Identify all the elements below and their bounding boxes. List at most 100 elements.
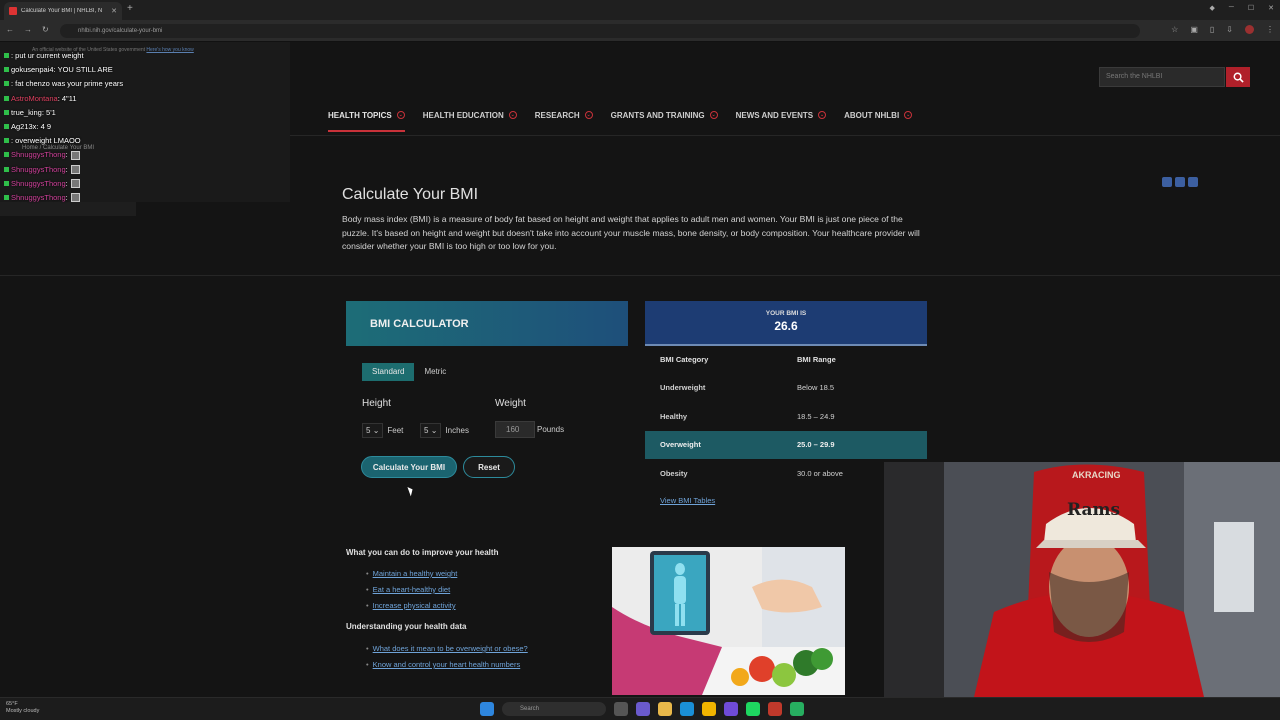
discord-icon[interactable] — [724, 702, 738, 716]
maximize-icon[interactable]: ☐ — [1248, 4, 1254, 12]
chat-badge-icon — [4, 194, 9, 200]
chat-username[interactable]: Ag213x — [11, 122, 36, 131]
table-row: Underweight Below 18.5 — [645, 374, 927, 403]
forward-icon[interactable]: → — [24, 25, 32, 34]
chat-badge-icon — [4, 67, 9, 73]
reload-icon[interactable]: ↻ — [42, 25, 49, 34]
weight-input[interactable]: 160 — [495, 421, 535, 438]
start-icon[interactable] — [480, 702, 494, 716]
view-bmi-tables-link[interactable]: View BMI Tables — [660, 496, 715, 505]
new-tab-icon[interactable]: + — [127, 3, 133, 14]
feet-label: Feet — [387, 426, 404, 435]
chrome-icon[interactable] — [702, 702, 716, 716]
close-window-icon[interactable]: ✕ — [1268, 4, 1274, 12]
chevron-down-icon: ⌄ — [584, 111, 593, 119]
inches-label: Inches — [445, 426, 469, 435]
tab-standard[interactable]: Standard — [362, 363, 415, 381]
calculate-bmi-button[interactable]: Calculate Your BMI — [361, 456, 457, 478]
inches-value: 5 — [424, 426, 429, 435]
table-header-row: BMI Category BMI Range — [645, 345, 927, 374]
browser-tab[interactable]: Calculate Your BMI | NHLBI, N ✕ — [4, 2, 122, 20]
chat-badge-icon — [4, 53, 9, 58]
feet-value: 5 — [366, 426, 371, 435]
chat-message: gokusenpai4: YOU STILL ARE — [0, 63, 290, 77]
nav-health-education[interactable]: HEALTH EDUCATION ⌄ — [423, 108, 517, 122]
mouse-cursor-icon — [407, 485, 415, 497]
chat-text: : 5'1 — [41, 107, 56, 117]
unit-toggle: Standard Metric — [362, 363, 456, 381]
url-input[interactable]: nhlbi.nih.gov/calculate-your-bmi — [60, 24, 1140, 38]
nhlbi-favicon-icon — [9, 7, 17, 15]
bookmark-star-icon[interactable]: ☆ — [1171, 25, 1178, 34]
tab-search-icon[interactable]: ◆ — [1209, 4, 1214, 12]
downloads-icon[interactable]: ⇩ — [1226, 25, 1233, 34]
chat-username[interactable]: AstroMontana — [11, 94, 58, 103]
reset-button[interactable]: Reset — [463, 456, 515, 478]
nav-health-topics[interactable]: HEALTH TOPICS ⌄ — [328, 108, 405, 132]
nav-news-events[interactable]: NEWS AND EVENTS ⌄ — [736, 108, 827, 122]
bmi-result-header: YOUR BMI IS 26.6 — [645, 301, 927, 346]
chat-message: : put ur current weight — [0, 49, 290, 63]
file-explorer-icon[interactable] — [658, 702, 672, 716]
nav-grants-training[interactable]: GRANTS AND TRAINING ⌄ — [611, 108, 718, 122]
chat-username[interactable]: ShnuggysThong — [11, 179, 66, 188]
chat-username[interactable]: gokusenpai4 — [11, 65, 54, 74]
category-cell: Obesity — [660, 468, 688, 478]
list-item-link[interactable]: Maintain a healthy weight — [366, 569, 458, 585]
browser-tabbar: Calculate Your BMI | NHLBI, N ✕ + ◆ ─ ☐ … — [0, 0, 1280, 20]
column-header-range: BMI Range — [797, 354, 836, 364]
bmi-result-value: 26.6 — [774, 319, 798, 333]
improve-heading: What you can do to improve your health — [346, 548, 499, 557]
chat-badge-icon — [4, 180, 9, 186]
list-item-link[interactable]: Increase physical activity — [366, 601, 457, 617]
task-view-icon[interactable] — [614, 702, 628, 716]
chat-message: ShnuggysThong: — [0, 177, 290, 191]
feet-select[interactable]: 5 ⌄ Feet — [362, 423, 403, 438]
app-icon[interactable] — [768, 702, 782, 716]
email-icon[interactable] — [1175, 177, 1185, 187]
print-icon[interactable] — [1188, 177, 1198, 187]
profile-avatar[interactable] — [1245, 25, 1254, 34]
chevron-down-icon: ⌄ — [709, 111, 718, 119]
app-icon[interactable] — [636, 702, 650, 716]
list-item-link[interactable]: Know and control your heart health numbe… — [366, 660, 528, 676]
back-icon[interactable]: ← — [6, 25, 14, 34]
understanding-heading: Understanding your health data — [346, 622, 467, 631]
tab-metric[interactable]: Metric — [414, 363, 456, 381]
chat-username[interactable]: true_king — [11, 108, 42, 117]
nav-about[interactable]: ABOUT NHLBI ⌄ — [844, 108, 913, 122]
nav-research[interactable]: RESEARCH ⌄ — [535, 108, 593, 122]
range-cell: 25.0 – 29.9 — [797, 440, 835, 450]
improve-links: Maintain a healthy weight Eat a heart-he… — [366, 569, 458, 617]
minimize-icon[interactable]: ─ — [1229, 4, 1234, 12]
chat-message: : overweight LMAOO — [0, 134, 290, 148]
edge-icon[interactable] — [680, 702, 694, 716]
app-icon[interactable] — [790, 702, 804, 716]
close-tab-icon[interactable]: ✕ — [111, 7, 117, 15]
section-divider — [0, 275, 1280, 276]
chat-username[interactable]: ShnuggysThong — [11, 150, 66, 159]
chat-message: true_king: 5'1 — [0, 106, 290, 120]
chat-badge-icon — [4, 123, 9, 129]
list-item-link[interactable]: What does it mean to be overweight or ob… — [366, 644, 528, 660]
facebook-icon[interactable] — [1162, 177, 1172, 187]
spotify-icon[interactable] — [746, 702, 760, 716]
chat-message: : fat chenzo was your prime years — [0, 77, 290, 91]
chevron-down-icon: ⌄ — [372, 426, 380, 435]
inches-select[interactable]: 5 ⌄ Inches — [420, 423, 469, 438]
chat-text: : fat chenzo was your prime years — [11, 79, 124, 89]
menu-icon[interactable]: ⋮ — [1266, 25, 1274, 34]
chat-text: : — [65, 178, 68, 188]
stream-chat-overlay: : put ur current weight gokusenpai4: YOU … — [0, 49, 290, 205]
chat-message: ShnuggysThong: — [0, 148, 290, 162]
chat-username[interactable]: ShnuggysThong — [11, 165, 66, 174]
chat-username[interactable]: ShnuggysThong — [11, 193, 66, 202]
search-button[interactable] — [1226, 67, 1250, 87]
category-cell: Healthy — [660, 411, 688, 421]
weather-widget[interactable]: 65°F Mostly cloudy — [6, 701, 39, 715]
sidepanel-icon[interactable]: ▯ — [1210, 25, 1214, 34]
search-input[interactable]: Search the NHLBI — [1099, 67, 1225, 87]
extensions-icon[interactable]: ▣ — [1190, 25, 1198, 34]
list-item-link[interactable]: Eat a heart-healthy diet — [366, 585, 457, 601]
taskbar-search[interactable]: Search — [502, 702, 606, 716]
